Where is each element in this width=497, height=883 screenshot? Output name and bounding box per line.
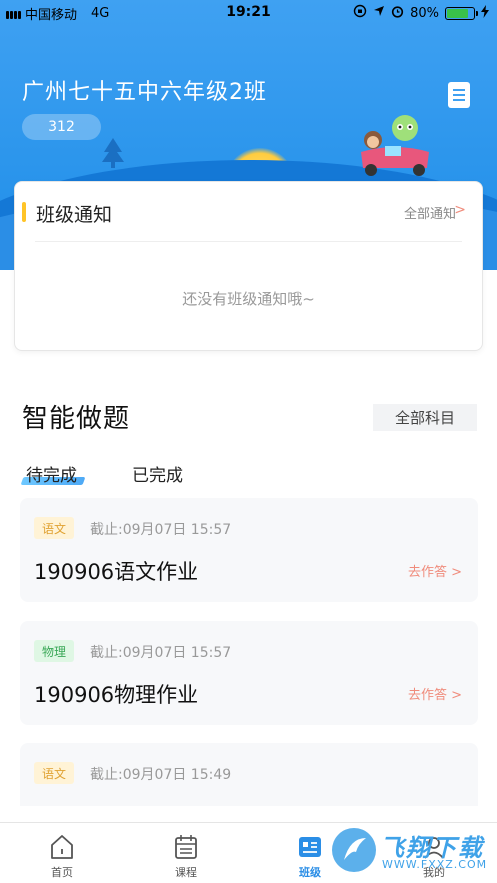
all-notices-link[interactable]: 全部通知	[404, 203, 456, 222]
watermark-logo-icon	[332, 828, 376, 872]
homework-card[interactable]: 语文 截止:09月07日 15:49	[20, 743, 478, 806]
notice-divider	[35, 241, 462, 242]
homework-list: 语文 截止:09月07日 15:57 190906语文作业 去作答 > 物理 截…	[0, 498, 497, 806]
battery-icon	[445, 6, 478, 20]
notice-empty-text: 还没有班级通知哦~	[182, 290, 315, 308]
calendar-icon	[175, 835, 197, 859]
tab-done[interactable]: 已完成	[132, 461, 183, 486]
chevron-right-icon[interactable]: >	[454, 202, 466, 218]
battery-percent: 80%	[410, 5, 439, 21]
subject-badge: 语文	[34, 762, 75, 784]
subject-badge: 语文	[34, 517, 75, 539]
notice-title: 班级通知	[36, 204, 113, 226]
subject-badge: 物理	[34, 640, 75, 662]
class-document-icon[interactable]	[448, 82, 470, 108]
notice-accent-bar	[22, 202, 26, 222]
site-watermark: 飞翔下载 WWW.FXXZ.COM	[330, 826, 490, 878]
homework-title: 190906语文作业	[34, 560, 199, 584]
deadline-text: 截止:09月07日 15:49	[90, 767, 232, 783]
tab-courses-label: 课程	[175, 866, 197, 879]
class-code-badge[interactable]: 312	[22, 114, 101, 140]
tab-home[interactable]: 首页	[22, 833, 102, 880]
cartoon-car-icon	[361, 115, 429, 176]
alarm-icon	[391, 5, 404, 22]
tree-icon	[102, 138, 124, 168]
homework-title: 190906物理作业	[34, 683, 199, 707]
rotation-lock-icon	[353, 4, 367, 22]
status-bar: 中国移动 4G 19:21 80%	[0, 0, 497, 26]
home-icon	[51, 835, 73, 859]
tab-home-label: 首页	[51, 866, 73, 879]
homework-section-title: 智能做题	[22, 404, 131, 434]
tab-class-label: 班级	[299, 866, 321, 879]
answer-button[interactable]: 去作答 >	[408, 684, 462, 703]
subject-filter-button[interactable]: 全部科目	[373, 404, 477, 431]
tab-courses[interactable]: 课程	[146, 833, 226, 880]
charging-icon	[481, 4, 489, 22]
answer-button[interactable]: 去作答 >	[408, 561, 462, 580]
homework-card[interactable]: 语文 截止:09月07日 15:57 190906语文作业 去作答 >	[20, 498, 478, 602]
tab-pending[interactable]: 待完成	[26, 461, 77, 486]
deadline-text: 截止:09月07日 15:57	[90, 522, 232, 538]
homework-card[interactable]: 物理 截止:09月07日 15:57 190906物理作业 去作答 >	[20, 621, 478, 725]
location-icon	[373, 5, 385, 21]
class-title: 广州七十五中六年级2班	[22, 80, 267, 105]
status-right: 80%	[353, 4, 489, 22]
class-card-icon	[299, 837, 321, 857]
class-notice-card: 班级通知 全部通知 > 还没有班级通知哦~	[14, 181, 483, 351]
watermark-url: WWW.FXXZ.COM	[382, 858, 488, 871]
deadline-text: 截止:09月07日 15:57	[90, 645, 232, 661]
